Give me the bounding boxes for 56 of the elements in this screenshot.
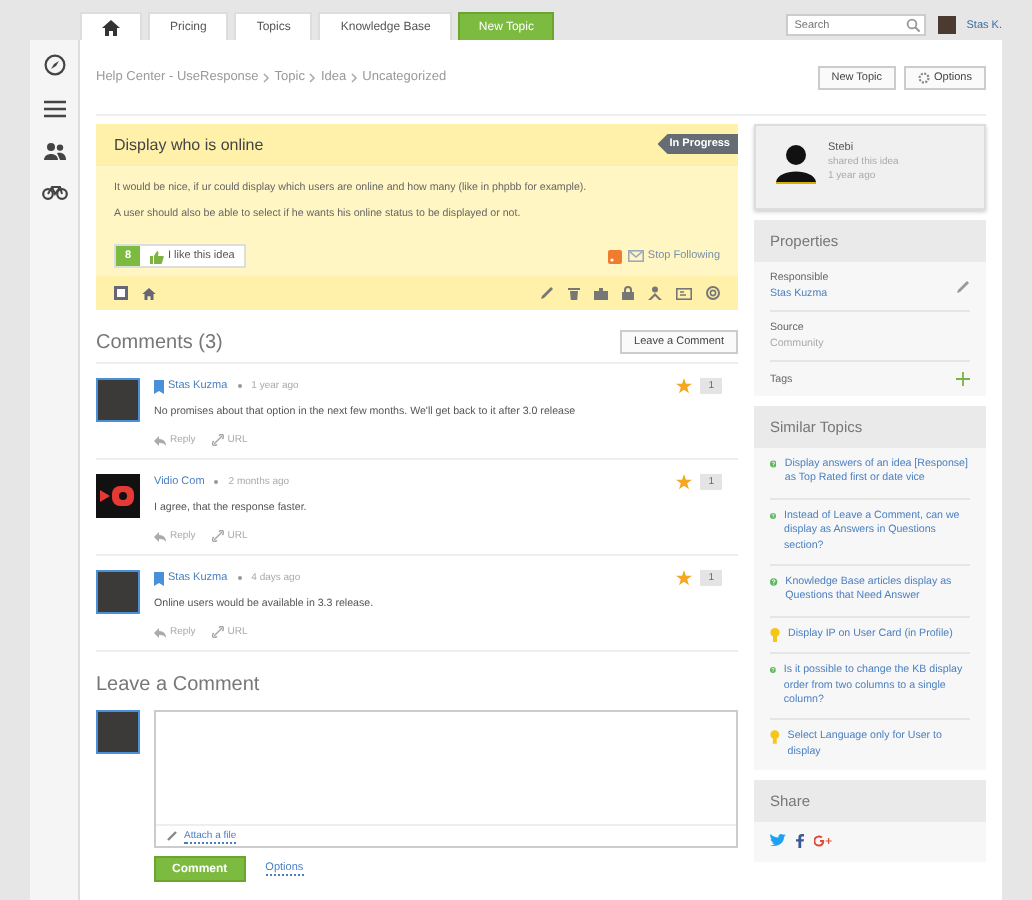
link-icon: [211, 434, 224, 446]
home-tab[interactable]: [80, 12, 142, 40]
facebook-icon[interactable]: [796, 834, 804, 849]
star-icon[interactable]: [676, 474, 693, 490]
separator-dot: [237, 576, 242, 580]
leave-comment-heading: Leave a Comment: [96, 674, 260, 696]
reply-arrow-icon: [154, 531, 166, 541]
separator-dot: [214, 480, 219, 484]
staff-badge-icon: [154, 571, 164, 585]
google-plus-icon[interactable]: [814, 834, 832, 849]
question-icon: [770, 576, 778, 589]
bird-icon[interactable]: [770, 834, 786, 849]
chevron-icon: [308, 71, 317, 83]
search-icon: [906, 18, 921, 32]
video-avatar-icon[interactable]: [96, 474, 140, 518]
pencil-icon[interactable]: [540, 286, 554, 300]
staff-badge-icon: [154, 379, 164, 393]
star-icon[interactable]: [676, 378, 693, 394]
trash-icon[interactable]: [568, 286, 580, 300]
lock-icon[interactable]: [622, 286, 634, 300]
user-avatar[interactable]: [938, 16, 957, 34]
embed-icon[interactable]: [676, 287, 692, 299]
person-icon[interactable]: [648, 286, 662, 300]
question-icon: [770, 509, 776, 522]
question-icon: [770, 664, 776, 677]
lightbulb-icon: [770, 730, 780, 745]
gear-icon: [918, 71, 931, 83]
thumbs-up-icon: [150, 249, 164, 263]
briefcase-icon[interactable]: [594, 287, 608, 299]
reply-arrow-icon: [154, 435, 166, 445]
chevron-icon: [350, 71, 359, 83]
topic-title: Display who is online: [114, 135, 264, 153]
lightbulb-icon: [770, 627, 780, 642]
question-icon: [770, 458, 777, 470]
user-silhouette-icon: [776, 142, 816, 184]
rss-icon[interactable]: [607, 249, 622, 263]
users-icon[interactable]: [43, 142, 65, 160]
home-icon: [102, 19, 120, 35]
link-icon: [211, 530, 224, 542]
envelope-icon: [627, 250, 644, 262]
square-icon[interactable]: [114, 286, 128, 300]
home-icon[interactable]: [142, 287, 156, 299]
link-icon: [211, 626, 224, 638]
menu-icon[interactable]: [43, 100, 65, 118]
avatar-placeholder[interactable]: [96, 378, 140, 422]
add-icon[interactable]: [956, 372, 970, 386]
star-icon[interactable]: [676, 570, 693, 586]
compass-icon[interactable]: [43, 54, 65, 76]
bicycle-icon[interactable]: [41, 184, 67, 200]
chevron-icon: [262, 71, 271, 83]
reply-arrow-icon: [154, 627, 166, 637]
comments-heading: Comments (3): [96, 331, 223, 353]
avatar-placeholder[interactable]: [96, 570, 140, 614]
separator-dot: [237, 384, 242, 388]
pencil-icon[interactable]: [956, 279, 970, 293]
avatar-placeholder: [96, 710, 140, 754]
